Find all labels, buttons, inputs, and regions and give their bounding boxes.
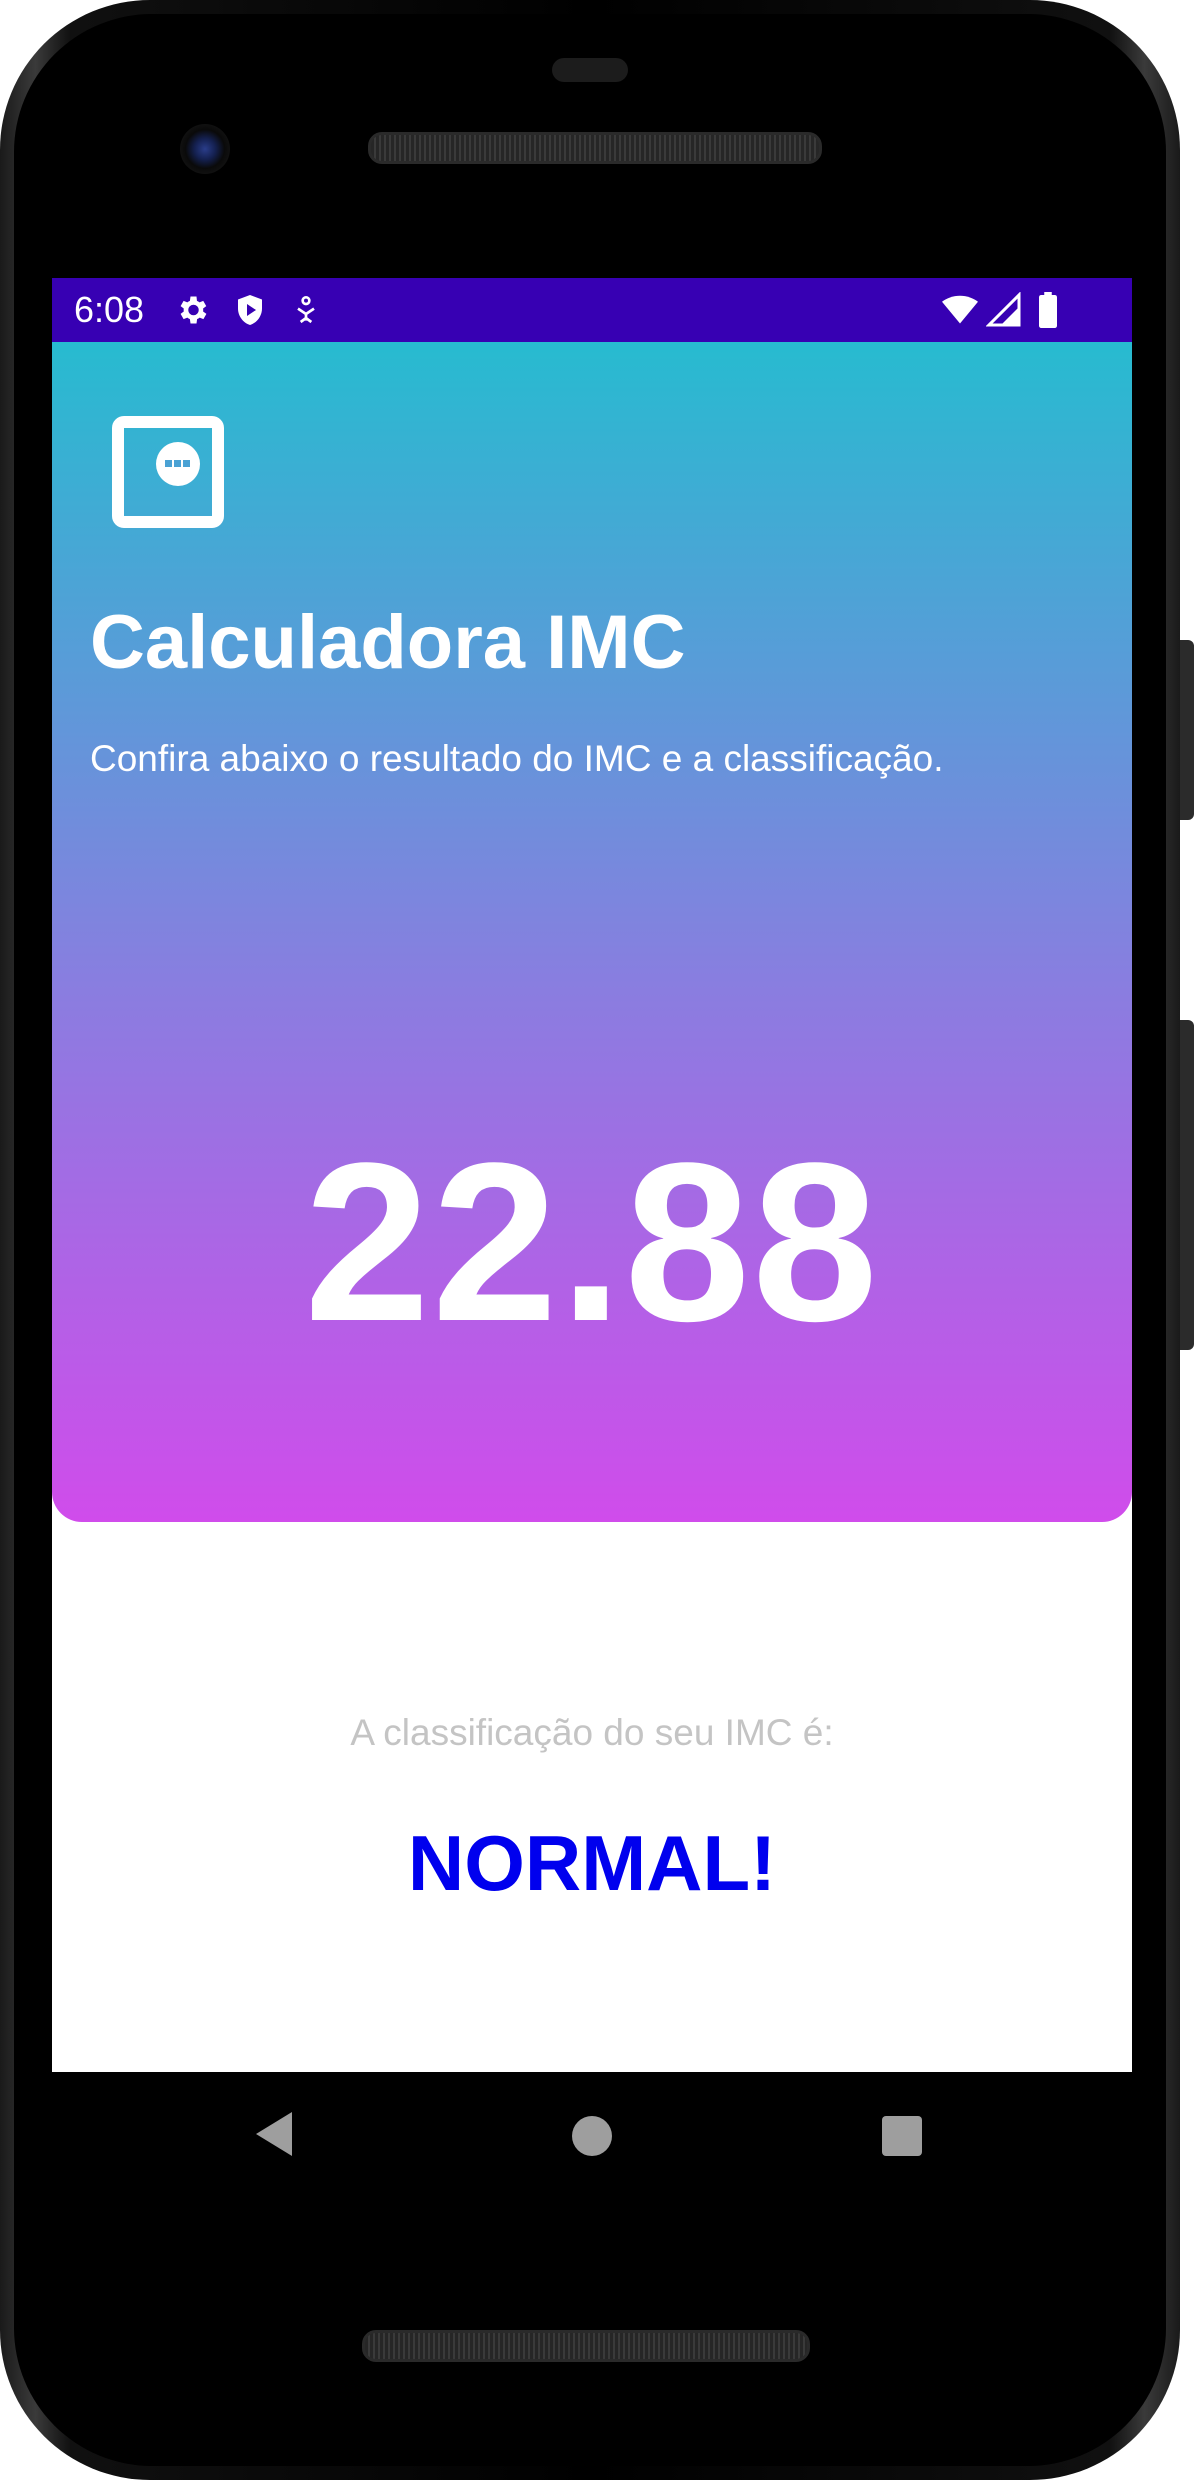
scale-icon <box>112 416 224 528</box>
bmi-result-value: 22.88 <box>304 1115 880 1368</box>
battery-icon <box>1039 292 1057 328</box>
settings-gear-icon <box>180 296 207 324</box>
classification-value: NORMAL! <box>407 1819 777 1907</box>
phone-frame: 6:08 Calculadora IMC Confira abaixo o re… <box>0 0 1194 2480</box>
top-speaker <box>368 132 822 164</box>
home-icon[interactable] <box>572 2116 612 2156</box>
signal-icon <box>986 292 1021 327</box>
status-bar: 6:08 <box>52 278 1132 342</box>
classification-label: A classificação do seu IMC é: <box>350 1712 834 1753</box>
screen: 6:08 Calculadora IMC Confira abaixo o re… <box>52 278 1132 2072</box>
wifi-icon <box>942 295 978 324</box>
power-button <box>1180 640 1194 820</box>
recents-icon[interactable] <box>882 2116 922 2156</box>
accessibility-icon <box>297 296 315 324</box>
status-time: 6:08 <box>74 289 145 330</box>
result-header: Calculadora IMC Confira abaixo o resulta… <box>52 342 1132 1522</box>
volume-button <box>1180 1020 1194 1350</box>
front-camera <box>180 124 230 174</box>
back-icon[interactable] <box>256 2112 292 2156</box>
earpiece <box>552 58 628 82</box>
page-subtitle: Confira abaixo o resultado do IMC e a cl… <box>90 738 944 779</box>
bottom-speaker <box>362 2330 810 2362</box>
shield-icon <box>238 295 262 325</box>
page-title: Calculadora IMC <box>90 600 686 685</box>
